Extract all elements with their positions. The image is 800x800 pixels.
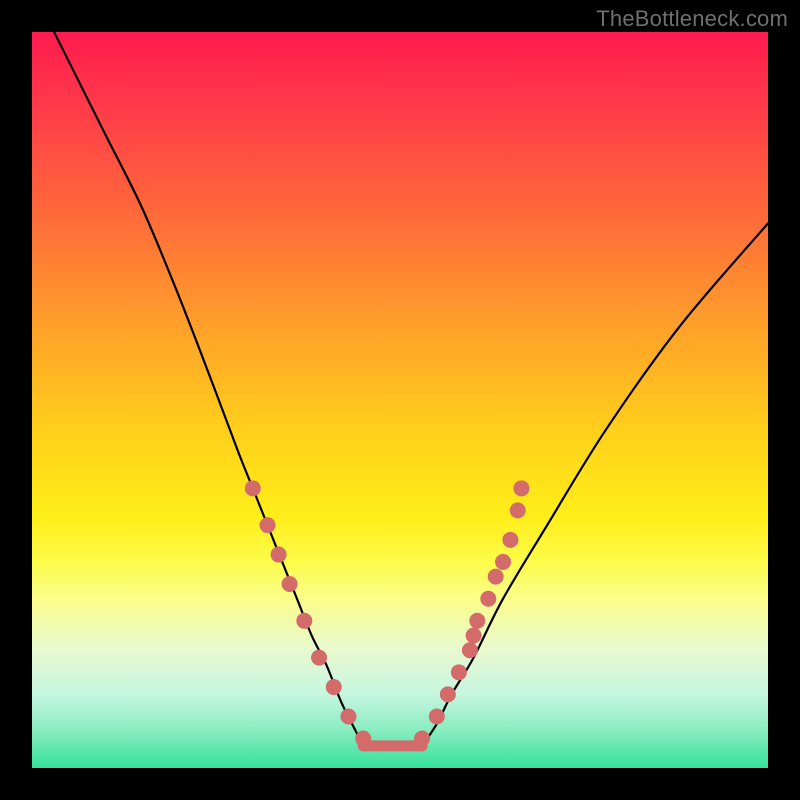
data-marker: [466, 628, 482, 644]
markers-left: [245, 480, 371, 746]
data-marker: [340, 708, 356, 724]
data-marker: [440, 686, 456, 702]
data-marker: [513, 480, 529, 496]
data-marker: [510, 502, 526, 518]
left-curve: [54, 32, 363, 746]
data-marker: [296, 613, 312, 629]
markers-right: [414, 480, 529, 746]
data-marker: [488, 569, 504, 585]
data-marker: [451, 664, 467, 680]
data-marker: [502, 532, 518, 548]
data-marker: [326, 679, 342, 695]
data-marker: [495, 554, 511, 570]
data-marker: [245, 480, 261, 496]
chart-svg: [32, 32, 768, 768]
data-marker: [260, 517, 276, 533]
right-curve: [422, 223, 768, 746]
data-marker: [271, 547, 287, 563]
data-marker: [469, 613, 485, 629]
watermark-text: TheBottleneck.com: [596, 6, 788, 32]
data-marker: [429, 708, 445, 724]
data-marker: [462, 642, 478, 658]
data-marker: [282, 576, 298, 592]
plot-area: [32, 32, 768, 768]
data-marker: [355, 731, 371, 747]
chart-frame: TheBottleneck.com: [0, 0, 800, 800]
data-marker: [414, 731, 430, 747]
data-marker: [480, 591, 496, 607]
data-marker: [311, 650, 327, 666]
